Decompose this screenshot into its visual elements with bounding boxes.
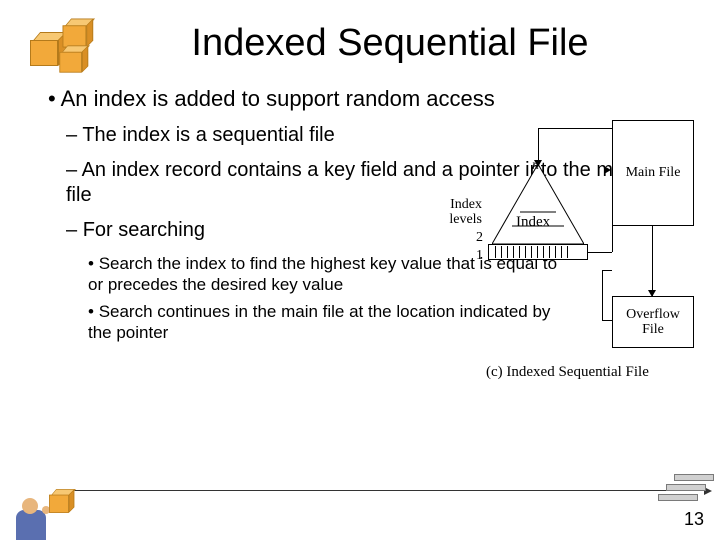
- diagram-arrowhead: [534, 160, 542, 167]
- diagram: Main File Index Index levels n 2 1 Overf…: [452, 120, 712, 390]
- diagram-index-ticks: [490, 246, 586, 258]
- diagram-overflow-box: Overflow File: [612, 296, 694, 348]
- diagram-arrow: [588, 252, 612, 253]
- page-number: 13: [684, 509, 704, 530]
- bullet-l1: An index is added to support random acce…: [48, 85, 690, 113]
- diagram-arrow: [538, 128, 612, 129]
- footer-decoration: [0, 484, 720, 540]
- diagram-level-1-label: 1: [476, 248, 483, 264]
- diagram-arrowhead: [604, 166, 611, 174]
- diagram-arrow: [602, 270, 612, 271]
- diagram-main-file-box: Main File: [612, 120, 694, 226]
- diagram-index-label: Index: [516, 214, 550, 231]
- person-icon: [8, 488, 72, 540]
- diagram-index-triangle: [492, 164, 584, 244]
- diagram-arrow: [538, 128, 539, 164]
- footer-bars-icon: [658, 474, 714, 508]
- small-cube-icon: [49, 489, 73, 513]
- diagram-arrow: [602, 320, 612, 321]
- corner-cubes-icon: [30, 14, 100, 70]
- diagram-caption: (c) Indexed Sequential File: [486, 364, 649, 381]
- diagram-arrowhead: [648, 290, 656, 297]
- slide-title: Indexed Sequential File: [90, 22, 690, 65]
- diagram-arrow: [612, 170, 613, 252]
- diagram-index-levels-label: Index levels: [432, 198, 482, 227]
- diagram-level-2-label: 2: [476, 230, 483, 246]
- diagram-arrow: [602, 270, 603, 320]
- diagram-arrow: [652, 226, 653, 296]
